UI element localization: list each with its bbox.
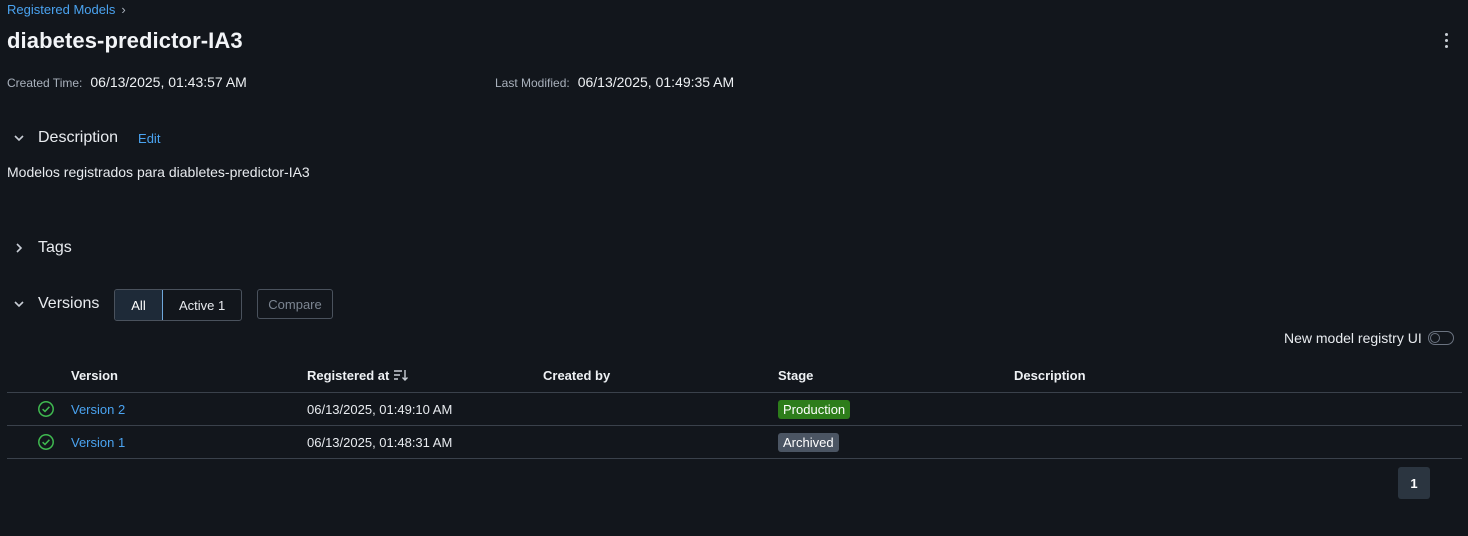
breadcrumb-registered-models-link[interactable]: Registered Models <box>7 2 115 17</box>
new-registry-ui-label: New model registry UI <box>1284 330 1422 346</box>
last-modified-label: Last Modified: <box>495 76 570 90</box>
tags-section-header[interactable]: Tags <box>12 239 72 257</box>
page-title: diabetes-predictor-IA3 <box>7 28 243 53</box>
column-header-description: Description <box>1014 367 1086 383</box>
version-link[interactable]: Version 2 <box>71 402 125 417</box>
check-circle-icon <box>37 426 55 458</box>
model-description: Modelos registrados para diabletes-predi… <box>7 164 310 180</box>
edit-description-link[interactable]: Edit <box>138 131 160 146</box>
compare-button[interactable]: Compare <box>257 289 333 319</box>
new-registry-ui-toggle[interactable] <box>1427 331 1454 345</box>
stage-badge: Production <box>778 399 851 419</box>
chevron-right-icon: › <box>121 2 126 17</box>
sort-descending-icon[interactable] <box>393 368 409 382</box>
chevron-right-icon <box>12 241 26 255</box>
column-header-registered-at[interactable]: Registered at <box>307 358 409 392</box>
created-time-label: Created Time: <box>7 76 83 90</box>
table-row: Version 1 06/13/2025, 01:48:31 AM Archiv… <box>7 426 1462 459</box>
tags-title: Tags <box>38 239 72 256</box>
version-filter-segmented-control: All Active 1 <box>114 289 243 321</box>
model-detail-page: Registered Models › diabetes-predictor-I… <box>0 0 1468 536</box>
versions-title: Versions <box>38 295 100 312</box>
last-modified: Last Modified: 06/13/2025, 01:49:35 AM <box>495 74 734 90</box>
registered-at-cell: 06/13/2025, 01:48:31 AM <box>307 434 453 450</box>
registered-at-cell: 06/13/2025, 01:49:10 AM <box>307 401 453 417</box>
chevron-down-icon <box>12 297 26 311</box>
created-time: Created Time: 06/13/2025, 01:43:57 AM <box>7 74 247 90</box>
column-header-stage: Stage <box>778 367 814 383</box>
column-header-version: Version <box>71 367 118 383</box>
last-modified-value: 06/13/2025, 01:49:35 AM <box>577 74 735 90</box>
stage-badge: Archived <box>778 432 839 452</box>
kebab-menu-icon[interactable] <box>1436 30 1456 50</box>
table-header-row: Version Registered at Created by Stage D… <box>7 358 1462 393</box>
created-time-value: 06/13/2025, 01:43:57 AM <box>90 74 247 90</box>
column-header-created-by: Created by <box>543 367 611 383</box>
table-row: Version 2 06/13/2025, 01:49:10 AM Produc… <box>7 393 1462 426</box>
column-header-registered-at-label: Registered at <box>307 367 390 383</box>
version-link[interactable]: Version 1 <box>71 435 125 450</box>
description-title: Description <box>38 129 119 146</box>
new-registry-ui-toggle-group: New model registry UI <box>1284 330 1454 346</box>
chevron-down-icon <box>12 131 26 145</box>
breadcrumb: Registered Models › <box>7 2 126 17</box>
pagination-page-button[interactable]: 1 <box>1398 467 1430 499</box>
filter-all-button[interactable]: All <box>115 290 163 320</box>
check-circle-icon <box>37 393 55 425</box>
versions-section-header[interactable]: Versions <box>12 295 99 313</box>
filter-active-button[interactable]: Active 1 <box>163 290 241 320</box>
versions-table: Version Registered at Created by Stage D… <box>7 358 1462 459</box>
description-section-header[interactable]: Description Edit <box>12 129 160 147</box>
